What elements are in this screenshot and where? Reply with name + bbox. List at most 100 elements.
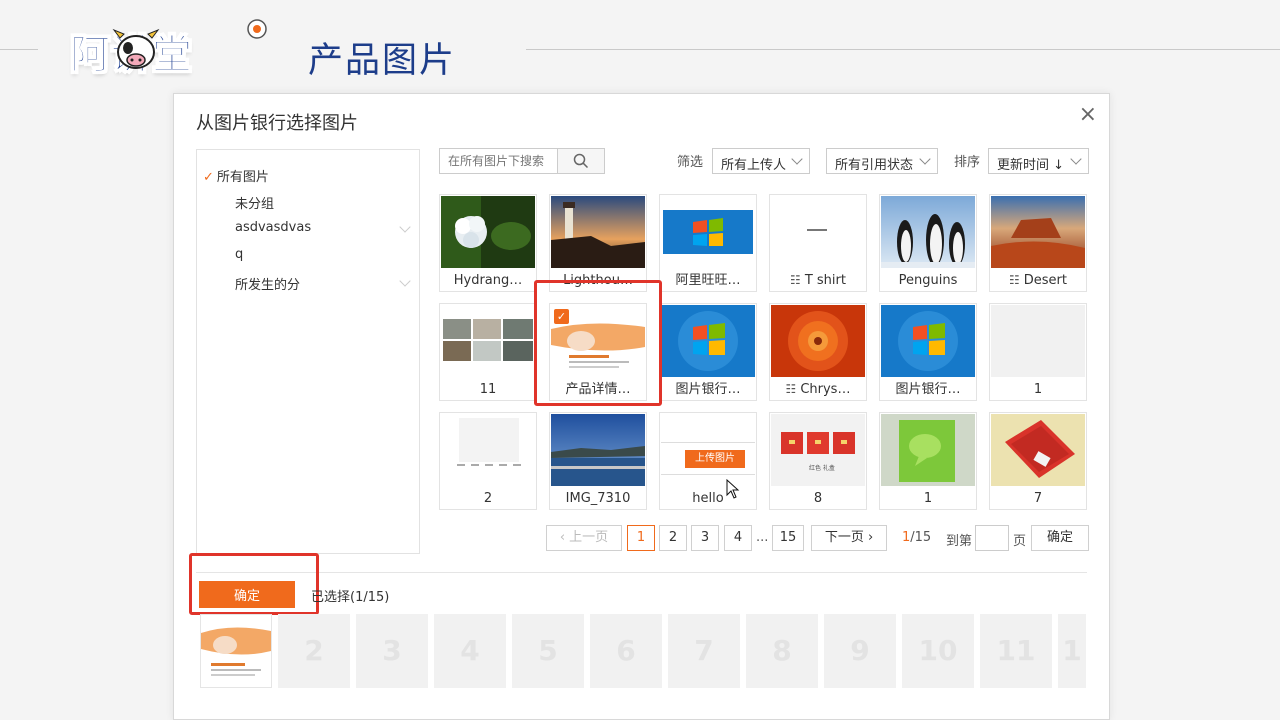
search-input[interactable] — [440, 149, 566, 173]
page-2-button[interactable]: 2 — [659, 525, 687, 551]
image-tile[interactable]: IMG_7310 — [549, 412, 647, 510]
list-icon: ☷ — [1009, 273, 1020, 287]
sea-photo-icon — [551, 414, 645, 486]
page-4-button[interactable]: 4 — [724, 525, 752, 551]
tile-label: hello — [692, 491, 724, 506]
tile-label: Hydrang… — [453, 273, 523, 288]
sidebar-item-fsfd[interactable]: 所发生的分 — [235, 274, 300, 293]
close-icon[interactable]: × — [1079, 102, 1097, 127]
upload-screenshot-icon: 上传图片 — [661, 414, 755, 486]
confirm-button[interactable]: 确定 — [199, 581, 295, 608]
tile-label: 图片银行… — [895, 382, 961, 397]
brand-logo: 阿讲堂 — [70, 19, 270, 84]
ref-status-value: 所有引用状态 — [835, 158, 914, 173]
ref-status-select[interactable]: 所有引用状态 — [826, 148, 938, 174]
empty-slot: 3 — [356, 614, 428, 688]
image-tile[interactable]: 上传图片 hello — [659, 412, 757, 510]
selected-slot-1[interactable] — [200, 614, 272, 688]
image-tile[interactable]: ☷ T shirt — [769, 194, 867, 292]
page-3-button[interactable]: 3 — [691, 525, 719, 551]
image-tile[interactable]: 2 — [439, 412, 537, 510]
tile-label: 11 — [479, 382, 497, 397]
windows-logo-icon — [661, 196, 755, 268]
goto-page-input[interactable] — [975, 525, 1009, 551]
windows-logo-icon — [661, 305, 755, 377]
page-15-button[interactable]: 15 — [772, 525, 804, 551]
selected-count: 已选择(1/15) — [311, 590, 390, 605]
upload-button-preview: 上传图片 — [685, 450, 745, 468]
red-boxes-caption: 红色 礼盒 — [809, 464, 835, 472]
pagination-ellipsis: ... — [756, 530, 769, 545]
check-icon: ✓ — [203, 170, 214, 185]
sort-select[interactable]: 更新时间 ↓ — [988, 148, 1089, 174]
image-tile[interactable]: 红色 礼盒 8 — [769, 412, 867, 510]
empty-slot: 2 — [278, 614, 350, 688]
tile-label: Penguins — [898, 273, 958, 288]
prev-page-label: 上一页 — [569, 530, 609, 545]
image-bank-dialog: 从图片银行选择图片 × ✓ 所有图片 未分组 asdvasdvas q 所发生的分… — [173, 93, 1110, 720]
image-tile[interactable]: 阿里旺旺… — [659, 194, 757, 292]
prev-page-button[interactable]: ‹ 上一页 — [546, 525, 622, 551]
page-indicator: 1/15 — [902, 530, 931, 545]
mouse-cursor-icon — [726, 479, 740, 499]
list-icon: ☷ — [790, 273, 801, 287]
sidebar-item-ungrouped[interactable]: 未分组 — [235, 193, 274, 212]
image-tile-selected[interactable]: ✓ 产品详情… — [549, 303, 647, 401]
chevron-down-icon[interactable] — [399, 221, 411, 233]
chevron-down-icon — [1070, 153, 1082, 165]
chevron-down-icon — [919, 153, 931, 165]
tile-label: 产品详情… — [565, 382, 631, 397]
list-icon: ☷ — [785, 382, 797, 396]
image-tile[interactable]: 1 — [989, 303, 1087, 401]
empty-slot: 10 — [902, 614, 974, 688]
image-tile[interactable]: 7 — [989, 412, 1087, 510]
empty-slot: 11 — [980, 614, 1052, 688]
page-unit: 页 — [1013, 534, 1027, 549]
empty-slot: 6 — [590, 614, 662, 688]
tile-label: 8 — [813, 491, 823, 506]
tile-label-text: Desert — [1023, 273, 1067, 288]
tile-label: 1 — [923, 491, 933, 506]
chevron-down-icon[interactable] — [399, 275, 411, 287]
lighthouse-photo-icon — [551, 196, 645, 268]
tile-label: 1 — [1033, 382, 1043, 397]
image-tile[interactable]: 11 — [439, 303, 537, 401]
image-tile[interactable]: ☷ Desert — [989, 194, 1087, 292]
dialog-title: 从图片银行选择图片 — [196, 113, 358, 134]
image-tile[interactable]: Hydrang… — [439, 194, 537, 292]
empty-slot: 5 — [512, 614, 584, 688]
sort-label: 排序 — [954, 155, 981, 170]
next-page-button[interactable]: 下一页 › — [811, 525, 887, 551]
page-1-button[interactable]: 1 — [627, 525, 655, 551]
desert-photo-icon — [991, 196, 1085, 268]
collage-photo-icon — [441, 305, 535, 377]
total-pages: /15 — [910, 530, 932, 545]
uploader-select[interactable]: 所有上传人 — [712, 148, 810, 174]
sidebar-item-all[interactable]: ✓ 所有图片 — [203, 166, 269, 185]
image-tile[interactable]: 1 — [879, 412, 977, 510]
windows-logo-icon — [881, 305, 975, 377]
header-rule-left — [0, 49, 38, 50]
sidebar-item-q[interactable]: q — [235, 247, 243, 262]
tile-label: ☷ Chrys… — [770, 382, 866, 397]
image-tile[interactable]: 图片银行… — [659, 303, 757, 401]
tile-label: 图片银行… — [675, 382, 741, 397]
search-button[interactable] — [557, 149, 604, 173]
red-pouch-photo-icon — [991, 414, 1085, 486]
image-tile[interactable]: 图片银行… — [879, 303, 977, 401]
image-tile[interactable]: ☷ Chrys… — [769, 303, 867, 401]
selected-check-icon[interactable]: ✓ — [554, 309, 569, 324]
empty-slot: 8 — [746, 614, 818, 688]
sidebar-item-asdvasdvas[interactable]: asdvasdvas — [235, 220, 311, 235]
image-tile[interactable]: Lighthou… — [549, 194, 647, 292]
tile-label: ☷ Desert — [990, 273, 1086, 288]
goto-confirm-button[interactable]: 确定 — [1031, 525, 1089, 551]
footer-divider — [196, 572, 1087, 573]
header-rule-right — [526, 49, 1280, 50]
filter-label: 筛选 — [677, 155, 704, 170]
image-tile[interactable]: Penguins — [879, 194, 977, 292]
uploader-value: 所有上传人 — [721, 158, 787, 173]
tile-label: Lighthou… — [563, 273, 633, 288]
next-page-label: 下一页 — [824, 530, 864, 545]
tshirt-doc-icon — [771, 196, 865, 268]
